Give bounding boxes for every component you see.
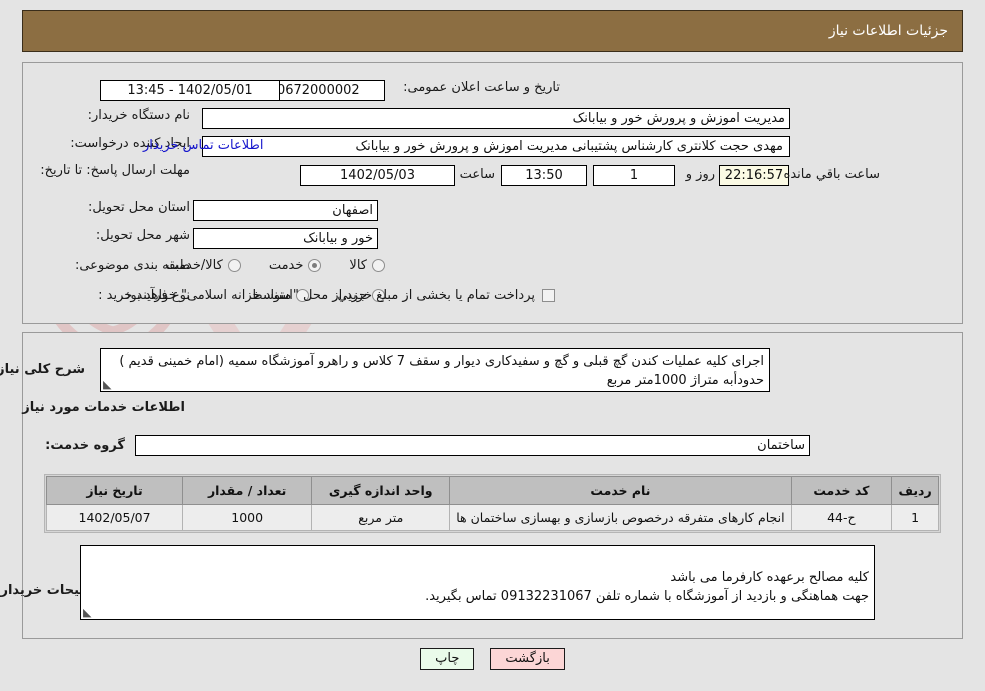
deadline-label-wrap: مهلت ارسال پاسخ: تا تاریخ:: [40, 163, 190, 179]
page-root: جزئیات اطلاعات نیاز شماره نیاز: 11020306…: [0, 0, 985, 691]
buyer-org-field[interactable]: مدیریت اموزش و پرورش خور و بیابانک: [202, 108, 790, 129]
province-label-wrap: استان محل تحویل:: [88, 200, 190, 216]
resize-grip-icon[interactable]: ◢: [103, 378, 113, 391]
radio-khedmat[interactable]: [308, 259, 322, 272]
treasury-checkbox[interactable]: [542, 289, 555, 302]
col-date: تاریخ نیاز: [45, 476, 184, 505]
cell-code: ح-44: [790, 504, 893, 531]
buyer-contact-link[interactable]: اطلاعات تماس خریدار: [143, 138, 263, 153]
deadline-label: مهلت ارسال پاسخ: تا تاریخ:: [40, 163, 190, 178]
public-announce-label: تاریخ و ساعت اعلان عمومی:: [403, 80, 560, 95]
remaining-time-field[interactable]: 22:16:57: [719, 165, 789, 186]
cell-date: 1402/05/07: [45, 504, 184, 531]
notes-resize-grip-icon[interactable]: ◢: [83, 606, 93, 619]
action-buttons: بازگشت چاپ: [0, 648, 985, 670]
cell-unit: متر مربع: [311, 504, 451, 531]
category-option-kala-khedmat[interactable]: کالا/خدمت: [166, 258, 241, 273]
col-code: کد خدمت: [790, 476, 893, 505]
cell-radif: 1: [891, 504, 939, 531]
table-row: 1 ح-44 انجام کارهای متفرقه درخصوص بازساز…: [45, 504, 939, 531]
table-header-row: ردیف کد خدمت نام خدمت واحد اندازه گیری ت…: [45, 476, 939, 505]
buyer-org-label: نام دستگاه خریدار:: [87, 108, 190, 123]
services-heading: اطلاعات خدمات مورد نیاز: [22, 400, 185, 415]
summary-label: شرح کلی نیاز:: [0, 362, 85, 377]
summary-text: اجرای کلیه عملیات کندن گچ قبلی و گچ و سف…: [119, 354, 764, 388]
city-label: شهر محل تحویل:: [95, 228, 190, 243]
category-option-kala-khedmat-label: کالا/خدمت: [166, 258, 223, 273]
deadline-hour-label: ساعت: [459, 167, 495, 182]
deadline-date-field[interactable]: 1402/05/03: [300, 165, 455, 186]
treasury-text: پرداخت تمام یا بخشی از مبلغ خرید،از محل …: [120, 288, 535, 303]
col-unit: واحد اندازه گیری: [311, 476, 451, 505]
buyer-org-label-wrap: نام دستگاه خریدار:: [88, 108, 190, 124]
treasury-option[interactable]: پرداخت تمام یا بخشی از مبلغ خرید،از محل …: [120, 288, 555, 303]
page-header: جزئیات اطلاعات نیاز: [22, 10, 963, 52]
back-button[interactable]: بازگشت: [490, 648, 565, 670]
page-title: جزئیات اطلاعات نیاز: [828, 23, 948, 39]
col-qty: تعداد / مقدار: [182, 476, 313, 505]
remaining-days-field[interactable]: 1: [593, 165, 675, 186]
creator-field[interactable]: مهدی حجت کلانتری کارشناس پشتیبانی مدیریت…: [202, 136, 790, 157]
city-field[interactable]: خور و بیابانک: [193, 228, 378, 249]
category-radio-group[interactable]: کالا خدمت کالا/خدمت: [166, 258, 385, 273]
services-table-wrap: ردیف کد خدمت نام خدمت واحد اندازه گیری ت…: [44, 474, 941, 533]
cell-qty: 1000: [182, 504, 313, 531]
buyer-notes-text: کلیه مصالح برعهده کارفرما می باشد جهت هم…: [425, 570, 869, 604]
city-label-wrap: شهر محل تحویل:: [96, 228, 190, 244]
services-table: ردیف کد خدمت نام خدمت واحد اندازه گیری ت…: [45, 476, 939, 531]
public-announce-field[interactable]: 1402/05/01 - 13:45: [100, 80, 280, 101]
need-info-panel: [22, 62, 963, 324]
buyer-notes-textarea[interactable]: کلیه مصالح برعهده کارفرما می باشد جهت هم…: [80, 545, 875, 620]
province-label: استان محل تحویل:: [88, 200, 190, 215]
cell-name: انجام کارهای متفرقه درخصوص بازسازی و بهس…: [449, 504, 792, 531]
remaining-suffix-label: ساعت باقي مانده: [783, 167, 880, 182]
province-field[interactable]: اصفهان: [193, 200, 378, 221]
summary-textarea[interactable]: اجرای کلیه عملیات کندن گچ قبلی و گچ و سف…: [100, 348, 770, 392]
category-option-kala-label: کالا: [349, 258, 367, 273]
category-option-khedmat[interactable]: خدمت: [269, 258, 322, 273]
radio-kala-khedmat[interactable]: [227, 259, 241, 272]
announce-label-wrap: تاریخ و ساعت اعلان عمومی:: [403, 80, 560, 96]
col-radif: ردیف: [891, 476, 939, 505]
service-group-field[interactable]: ساختمان: [135, 435, 810, 456]
col-name: نام خدمت: [449, 476, 792, 505]
days-and-label: روز و: [685, 167, 715, 182]
category-option-khedmat-label: خدمت: [268, 258, 304, 273]
print-button[interactable]: چاپ: [420, 648, 475, 670]
deadline-hour-field[interactable]: 13:50: [501, 165, 587, 186]
category-option-kala[interactable]: کالا: [349, 258, 385, 273]
service-group-label: گروه خدمت:: [45, 438, 125, 453]
radio-kala[interactable]: [372, 259, 385, 272]
